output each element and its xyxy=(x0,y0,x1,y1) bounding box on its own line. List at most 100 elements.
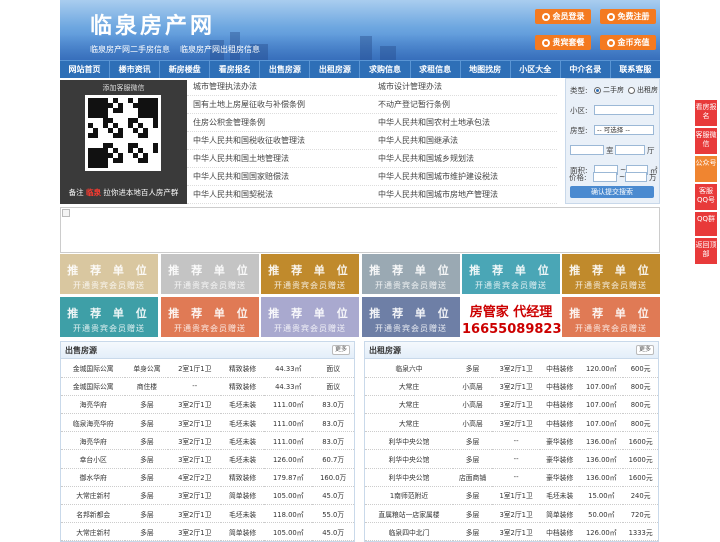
table-cell[interactable]: 临泉海亮华府 xyxy=(61,413,126,433)
table-row[interactable]: 直属粮站一店家属楼 多层 3室2厅1卫 简单装修 50.00㎡ 720元 xyxy=(365,504,658,524)
table-cell: 毛坯未装 xyxy=(540,486,580,506)
side-official-account[interactable]: 公众号 xyxy=(695,156,717,182)
ad-subtitle: 开通贵宾会员赠送 xyxy=(174,324,246,333)
table-cell[interactable]: 利华中央公馆 xyxy=(365,431,454,451)
agent-name: 房管家 代经理 xyxy=(469,305,553,320)
ad-subtitle: 开通贵宾会员赠送 xyxy=(73,324,145,333)
table-cell[interactable]: 利华中央公馆 xyxy=(365,468,454,487)
table-cell: 3室2厅1卫 xyxy=(492,395,541,415)
ad-slot[interactable]: 推 荐 单 位开通贵宾会员赠送 xyxy=(562,297,660,337)
table-cell: 多层 xyxy=(453,486,493,506)
table-cell: 107.00㎡ xyxy=(579,377,624,396)
ad-title: 推 荐 单 位 xyxy=(168,264,252,277)
table-cell: 多层 xyxy=(125,449,169,469)
table-cell[interactable]: 1南师范附近 xyxy=(365,486,454,506)
table-row[interactable]: 利华中央公馆 多层 -- 豪华装修 136.00㎡ 1600元 xyxy=(365,431,658,451)
table-cell: 1333元 xyxy=(623,522,658,542)
table-row[interactable]: 大常庄新村 多层 3室2厅1卫 简单装修 105.00㎡ 45.0万 xyxy=(61,522,354,542)
table-cell: 83.0万 xyxy=(312,413,354,433)
table-row[interactable]: 大常庄 小高层 3室2厅1卫 中档装修 107.00㎡ 800元 xyxy=(365,377,658,396)
table-cell[interactable]: 幸台小区 xyxy=(61,449,126,469)
table-cell[interactable]: 利华中央公馆 xyxy=(365,449,454,469)
table-row[interactable]: 大常庄 小高层 3室2厅1卫 中档装修 107.00㎡ 800元 xyxy=(365,413,658,433)
table-cell: 3室2厅1卫 xyxy=(492,504,541,524)
ad-slot[interactable]: 推 荐 单 位开通贵宾会员赠送 xyxy=(562,254,660,294)
ad-slot[interactable]: 推 荐 单 位开通贵宾会员赠送 xyxy=(261,254,359,294)
ad-slot[interactable]: 推 荐 单 位开通贵宾会员赠送 xyxy=(161,254,259,294)
ad-title: 推 荐 单 位 xyxy=(569,307,653,320)
table-row[interactable]: 利华中央公馆 店面商铺 -- 豪华装修 136.00㎡ 1600元 xyxy=(365,468,658,487)
table-cell: 豪华装修 xyxy=(540,449,580,469)
table-cell[interactable]: 大常庄 xyxy=(365,395,454,415)
table-row[interactable]: 名邦新都会 多层 3室2厅1卫 毛坯未装 118.00㎡ 55.0万 xyxy=(61,504,354,524)
table-cell[interactable]: 御水华府 xyxy=(61,468,126,487)
side-viewing-signup[interactable]: 看房报名 xyxy=(695,100,717,126)
table-cell: 111.00㎡ xyxy=(264,395,313,415)
table-cell: 简单装修 xyxy=(221,522,265,542)
table-cell[interactable]: 大常庄新村 xyxy=(61,522,126,542)
ad-slot[interactable]: 推 荐 单 位开通贵宾会员赠送 xyxy=(161,297,259,337)
table-cell[interactable]: 大常庄新村 xyxy=(61,486,126,506)
table-cell[interactable]: 大常庄 xyxy=(365,413,454,433)
table-cell: 3室2厅1卫 xyxy=(168,504,222,524)
table-cell[interactable]: 临泉四中北门 xyxy=(365,522,454,542)
side-back-to-top[interactable]: 返回顶部 xyxy=(695,238,717,264)
ad-slot[interactable]: 推 荐 单 位开通贵宾会员赠送 xyxy=(462,254,560,294)
table-row[interactable]: 金城国际公寓 单身公寓 2室1厅1卫 精致装修 44.33㎡ 面议 xyxy=(61,359,354,378)
side-wechat[interactable]: 客服微信 xyxy=(695,128,717,154)
table-cell: 精致装修 xyxy=(221,377,265,396)
table-cell: 83.0万 xyxy=(312,431,354,451)
rent-more-button[interactable]: 更多 xyxy=(635,345,654,355)
table-row[interactable]: 海亮华府 多层 3室2厅1卫 毛坯未装 111.00㎡ 83.0万 xyxy=(61,431,354,451)
table-row[interactable]: 大常庄新村 多层 3室2厅1卫 简单装修 105.00㎡ 45.0万 xyxy=(61,486,354,506)
table-cell: 简单装修 xyxy=(221,486,265,506)
table-row[interactable]: 大常庄 小高层 3室2厅1卫 中档装修 107.00㎡ 800元 xyxy=(365,395,658,415)
side-qq[interactable]: 客服QQ号 xyxy=(695,184,717,210)
side-qq-group[interactable]: QQ群 xyxy=(695,212,717,236)
table-row[interactable]: 1南师范附近 多层 1室1厅1卫 毛坯未装 15.00㎡ 240元 xyxy=(365,486,658,506)
table-cell: 3室2厅1卫 xyxy=(168,449,222,469)
ad-title: 推 荐 单 位 xyxy=(168,307,252,320)
agent-contact-ad[interactable]: 房管家 代经理 16655089823 xyxy=(462,297,562,337)
rent-table: 临泉六中 多层 3室2厅1卫 中档装修 120.00㎡ 600元 大常庄 小高层 3室2厅1卫中… xyxy=(365,359,658,542)
table-cell: 107.00㎡ xyxy=(579,413,624,433)
rent-panel-header: 出租房源 更多 xyxy=(365,342,658,359)
sale-more-button[interactable]: 更多 xyxy=(331,345,350,355)
table-cell[interactable]: 金城国际公寓 xyxy=(61,359,126,378)
ad-slot[interactable]: 推 荐 单 位开通贵宾会员赠送 xyxy=(362,254,460,294)
table-row[interactable]: 利华中央公馆 多层 -- 豪华装修 136.00㎡ 1600元 xyxy=(365,449,658,469)
ad-slot[interactable]: 推 荐 单 位开通贵宾会员赠送 xyxy=(362,297,460,337)
table-cell: 毛坯未装 xyxy=(221,395,265,415)
table-cell[interactable]: 临泉六中 xyxy=(365,359,454,378)
table-cell[interactable]: 金城国际公寓 xyxy=(61,377,126,396)
table-cell: 3室2厅1卫 xyxy=(492,359,541,378)
table-cell: 179.87㎡ xyxy=(264,468,313,487)
ad-slot[interactable]: 推 荐 单 位开通贵宾会员赠送 xyxy=(261,297,359,337)
table-cell: 160.0万 xyxy=(312,468,354,487)
table-cell: 45.0万 xyxy=(312,486,354,506)
table-cell: 小高层 xyxy=(453,377,493,396)
table-cell[interactable]: 名邦新都会 xyxy=(61,504,126,524)
table-cell: 中档装修 xyxy=(540,522,580,542)
table-cell: 45.0万 xyxy=(312,522,354,542)
table-row[interactable]: 临泉六中 多层 3室2厅1卫 中档装修 120.00㎡ 600元 xyxy=(365,359,658,378)
ad-slot[interactable]: 推 荐 单 位开通贵宾会员赠送 xyxy=(60,254,158,294)
table-cell[interactable]: 直属粮站一店家属楼 xyxy=(365,504,454,524)
table-cell[interactable]: 大常庄 xyxy=(365,377,454,396)
table-row[interactable]: 临泉四中北门 多层 3室2厅1卫 中档装修 126.00㎡ 1333元 xyxy=(365,522,658,542)
table-cell: 豪华装修 xyxy=(540,468,580,487)
table-row[interactable]: 金城国际公寓 商住楼 -- 精致装修 44.33㎡ 面议 xyxy=(61,377,354,396)
table-row[interactable]: 御水华府 多层 4室2厅2卫 精致装修 179.87㎡ 160.0万 xyxy=(61,468,354,487)
table-row[interactable]: 海亮华府 多层 3室2厅1卫 毛坯未装 111.00㎡ 83.0万 xyxy=(61,395,354,415)
ad-subtitle: 开通贵宾会员赠送 xyxy=(375,281,447,290)
table-cell: 商住楼 xyxy=(125,377,169,396)
ad-slot[interactable]: 推 荐 单 位开通贵宾会员赠送 xyxy=(60,297,158,337)
table-cell[interactable]: 海亮华府 xyxy=(61,431,126,451)
table-row[interactable]: 幸台小区 多层 3室2厅1卫 毛坯未装 126.00㎡ 60.7万 xyxy=(61,449,354,469)
table-row[interactable]: 临泉海亮华府 多层 3室2厅1卫 毛坯未装 111.00㎡ 83.0万 xyxy=(61,413,354,433)
banner-image[interactable] xyxy=(60,207,660,253)
table-cell: 中档装修 xyxy=(540,395,580,415)
table-cell[interactable]: 海亮华府 xyxy=(61,395,126,415)
table-cell: 240元 xyxy=(623,486,658,506)
ad-subtitle: 开通贵宾会员赠送 xyxy=(174,281,246,290)
